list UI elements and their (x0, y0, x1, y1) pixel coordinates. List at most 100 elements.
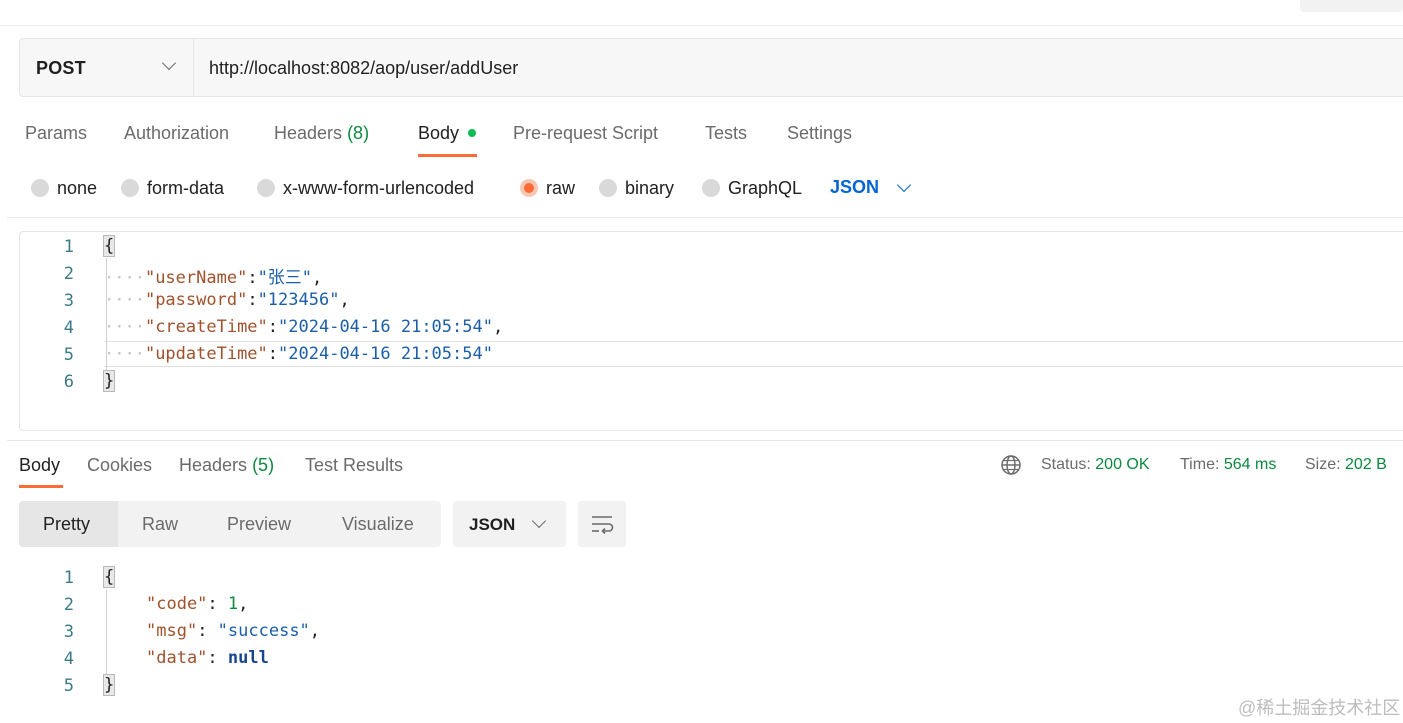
tab-authorization[interactable]: Authorization (124, 123, 229, 144)
response-tab-test-results[interactable]: Test Results (305, 455, 403, 476)
radio-button[interactable] (257, 179, 275, 197)
chevron-down-icon (161, 55, 177, 71)
tab-settings[interactable]: Settings (787, 123, 852, 144)
json-value: null (227, 648, 269, 668)
radio-label: binary (625, 177, 675, 198)
view-mode-visualize[interactable]: Visualize (342, 514, 414, 535)
json-value: "2024-04-16 21:05:54" (278, 344, 493, 364)
top-strip (0, 0, 1403, 26)
json-key: "password" (144, 290, 248, 310)
tab-headers[interactable]: Headers (8) (274, 123, 369, 144)
line-number: 5 (63, 345, 74, 365)
time-value: 564 ms (1223, 456, 1277, 473)
json-key: "userName" (144, 268, 248, 288)
response-tab-cookies[interactable]: Cookies (87, 455, 152, 476)
request-bar: POST http://localhost:8082/aop/user/addU… (19, 38, 1403, 97)
close-brace: } (102, 674, 116, 696)
comma: , (312, 268, 323, 288)
url-input[interactable]: http://localhost:8082/aop/user/addUser (209, 58, 518, 79)
code-line: "msg": "success", (146, 621, 321, 641)
globe-icon[interactable] (1000, 454, 1022, 476)
response-tab-headers[interactable]: Headers (5) (179, 455, 274, 476)
line-number: 5 (63, 676, 74, 696)
wrap-lines-icon (592, 516, 614, 535)
active-response-tab-indicator (19, 485, 63, 488)
tab-params[interactable]: Params (25, 123, 87, 144)
json-value: "success" (217, 621, 310, 641)
open-brace: { (102, 566, 116, 588)
response-tab-headers-label: Headers (179, 455, 248, 475)
code-line: } (102, 370, 116, 392)
response-size[interactable]: Size: 202 B (1305, 456, 1387, 474)
json-key: "createTime" (144, 317, 268, 337)
radio-button[interactable] (702, 179, 720, 197)
tab-body[interactable]: Body (418, 123, 459, 144)
json-key: "data" (146, 648, 208, 668)
tab-headers-label: Headers (274, 123, 343, 143)
line-number: 3 (63, 622, 74, 642)
code-line: { (102, 235, 116, 257)
radio-button[interactable] (121, 179, 139, 197)
tab-prerequest-script[interactable]: Pre-request Script (513, 123, 658, 144)
body-type-urlencoded[interactable]: x-www-form-urlencoded (257, 177, 474, 199)
size-label: Size: (1305, 456, 1341, 473)
method-select[interactable]: POST (20, 39, 194, 96)
view-mode-preview[interactable]: Preview (227, 514, 291, 535)
body-type-form-data[interactable]: form-data (121, 177, 224, 199)
code-line: ····"password":"123456", (104, 290, 350, 310)
radio-button[interactable] (599, 179, 617, 197)
line-number: 2 (63, 264, 74, 284)
view-mode-pretty[interactable]: Pretty (43, 514, 90, 535)
line-number: 2 (63, 595, 74, 615)
open-brace: { (102, 235, 116, 257)
code-line: ····"updateTime":"2024-04-16 21:05:54" (104, 344, 493, 364)
code-line: ····"createTime":"2024-04-16 21:05:54", (104, 317, 504, 337)
code-line: } (102, 674, 116, 696)
json-key: "msg" (146, 621, 198, 641)
code-line: ····"userName":"张三", (104, 268, 323, 288)
time-label: Time: (1180, 456, 1220, 473)
body-type-binary[interactable]: binary (599, 177, 674, 199)
close-brace: } (102, 370, 116, 392)
line-number: 1 (63, 237, 74, 257)
json-key: "code" (146, 594, 208, 614)
code-line: "code": 1, (146, 594, 249, 614)
body-type-graphql[interactable]: GraphQL (702, 177, 802, 199)
radio-label: raw (546, 177, 576, 198)
tab-tests[interactable]: Tests (705, 123, 747, 144)
comma: , (339, 290, 350, 310)
wrap-lines-button[interactable] (578, 501, 626, 547)
line-number: 4 (63, 649, 74, 669)
radio-label: x-www-form-urlencoded (283, 177, 475, 198)
body-modified-dot (468, 129, 476, 137)
body-type-none[interactable]: none (31, 177, 97, 199)
json-value: "张三" (257, 268, 313, 288)
radio-button-selected[interactable] (520, 179, 538, 197)
response-time[interactable]: Time: 564 ms (1180, 456, 1276, 474)
body-type-raw[interactable]: raw (520, 177, 575, 199)
view-mode-raw[interactable]: Raw (142, 514, 178, 535)
json-value: "2024-04-16 21:05:54" (278, 317, 493, 337)
line-number: 6 (63, 372, 74, 392)
divider (7, 440, 1403, 441)
response-tab-body[interactable]: Body (19, 455, 60, 476)
json-key: "updateTime" (144, 344, 268, 364)
size-value: 202 B (1345, 456, 1387, 473)
radio-label: GraphQL (728, 177, 803, 198)
line-number: 1 (63, 568, 74, 588)
top-right-button[interactable] (1300, 0, 1403, 12)
raw-format-select[interactable]: JSON (830, 177, 879, 198)
status-value: 200 OK (1095, 456, 1150, 473)
watermark: @稀土掘金技术社区 (1238, 698, 1401, 718)
json-value: "123456" (257, 290, 340, 310)
line-number: 4 (63, 318, 74, 338)
line-number: 3 (63, 291, 74, 311)
method-label: POST (36, 58, 86, 78)
chevron-down-icon[interactable] (896, 177, 912, 193)
response-tab-headers-count: (5) (252, 455, 275, 475)
response-format-label: JSON (469, 515, 516, 534)
radio-label: none (57, 177, 98, 198)
active-tab-indicator (418, 154, 477, 157)
indent-guide (106, 590, 107, 674)
radio-button[interactable] (31, 179, 49, 197)
